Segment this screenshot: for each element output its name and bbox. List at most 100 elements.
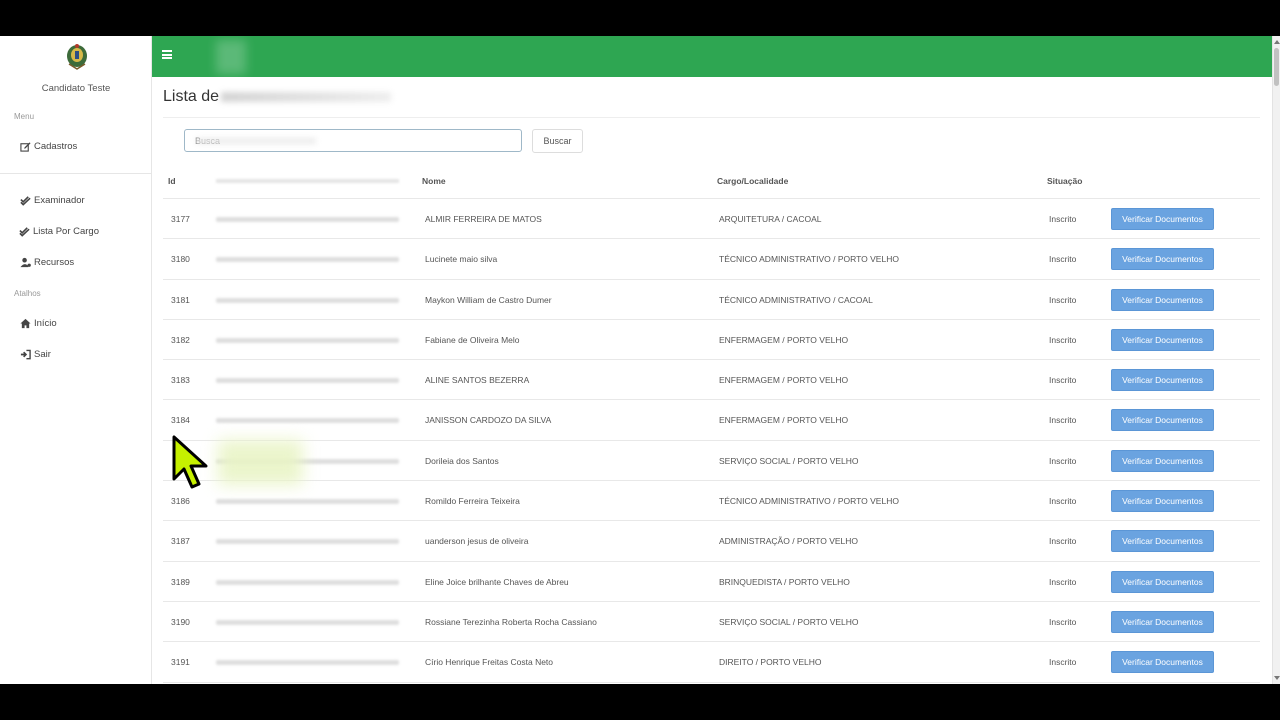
sidebar-item-label: Sair [34, 349, 51, 360]
cell-cargo: ADMINISTRAÇÃO / PORTO VELHO [719, 536, 859, 547]
cell-cargo: DIREITO / PORTO VELHO [719, 657, 822, 668]
cell-id: 3182 [171, 334, 190, 345]
table-body: 3177 ALMIR FERREIRA DE MATOS ARQUITETURA /… [163, 199, 1260, 683]
verify-documents-button[interactable]: Verificar Documentos [1111, 490, 1214, 513]
verify-documents-button[interactable]: Verificar Documentos [1111, 328, 1214, 351]
candidates-table: Id Nome Cargo/Localidade Situação 3177 AL… [163, 168, 1260, 683]
home-icon [20, 318, 31, 329]
sidebar-item-examinador[interactable]: Examinador [20, 195, 85, 206]
cell-name: ALINE SANTOS BEZERRA [425, 375, 530, 386]
header-situacao: Situação [1047, 176, 1083, 186]
cell-cargo: TÉCNICO ADMINISTRATIVO / PORTO VELHO [719, 496, 899, 507]
cell-id: 3189 [171, 576, 190, 587]
cell-situacao: Inscrito [1049, 415, 1077, 426]
verify-documents-button[interactable]: Verificar Documentos [1111, 208, 1214, 230]
cell-id: 3183 [171, 375, 190, 386]
blurred-cell [216, 539, 399, 545]
verify-documents-button[interactable]: Verificar Documentos [1111, 610, 1214, 633]
menu-section-title: Menu [14, 112, 35, 121]
table-row: 3182 Fabiane de Oliveira Melo ENFERMAGEM /… [163, 320, 1260, 361]
cell-name: Romildo Ferreira Teixeira [425, 496, 520, 507]
cell-name: ALMIR FERREIRA DE MATOS [425, 214, 542, 224]
hamburger-icon[interactable] [162, 50, 172, 59]
cell-situacao: Inscrito [1049, 214, 1077, 224]
scroll-thumb[interactable] [1274, 48, 1279, 86]
verify-documents-button[interactable]: Verificar Documentos [1111, 449, 1214, 472]
blurred-title-suffix [221, 92, 392, 102]
scroll-up-arrow-icon[interactable] [1274, 40, 1280, 44]
table-row: 3189 Eline Joice brilhante Chaves de Abre… [163, 562, 1260, 602]
sidebar-item-label: Recursos [34, 257, 75, 268]
verify-documents-button[interactable]: Verificar Documentos [1111, 651, 1214, 674]
search-button[interactable]: Buscar [532, 129, 583, 153]
sidebar-item-recursos[interactable]: Recursos [20, 257, 74, 268]
cell-cargo: ARQUITETURA / CACOAL [719, 214, 822, 224]
table-row: 3180 Lucinete maio silva TÉCNICO ADMINISTR… [163, 239, 1260, 280]
cell-situacao: Inscrito [1049, 375, 1077, 386]
cell-id: 3184 [171, 415, 190, 426]
table-row: Dorileia dos Santos SERVIÇO SOCIAL / PORT… [163, 441, 1260, 482]
blurred-header [216, 179, 399, 183]
user-gear-icon [20, 257, 31, 268]
page-title-text: Lista de [163, 88, 220, 105]
cell-id: 3190 [171, 616, 190, 627]
top-navbar [152, 36, 1272, 77]
cell-id: 3177 [171, 214, 190, 224]
cell-situacao: Inscrito [1049, 294, 1077, 305]
blurred-cell [216, 297, 399, 303]
verify-documents-button[interactable]: Verificar Documentos [1111, 530, 1214, 553]
edit-icon [20, 142, 31, 152]
coat-of-arms-logo [67, 44, 87, 70]
sidebar-item-cadastros[interactable]: Cadastros [20, 141, 77, 152]
sidebar-item-lista-por-cargo[interactable]: Lista Por Cargo [19, 226, 99, 237]
verify-documents-button[interactable]: Verificar Documentos [1111, 369, 1214, 392]
cell-cargo: SERVIÇO SOCIAL / PORTO VELHO [719, 616, 859, 627]
cell-name: Fabiane de Oliveira Melo [425, 334, 520, 345]
verify-documents-button[interactable]: Verificar Documentos [1111, 248, 1214, 271]
sidebar-divider [0, 173, 152, 174]
blurred-cell [216, 660, 399, 666]
main-content: Lista de Buscar Id Nome Cargo/Localidade… [152, 77, 1272, 684]
cell-situacao: Inscrito [1049, 616, 1077, 627]
table-row: 3181 Maykon William de Castro Dumer TÉCNIC… [163, 280, 1260, 320]
cell-situacao: Inscrito [1049, 254, 1077, 265]
blurred-cell [216, 337, 399, 343]
cell-id: 3186 [171, 496, 190, 507]
cell-id: 3181 [171, 294, 190, 305]
cell-name: uanderson jesus de oliveira [425, 536, 529, 547]
check-double-icon [19, 227, 30, 237]
table-row: 3183 ALINE SANTOS BEZERRA ENFERMAGEM / POR… [163, 360, 1260, 401]
cell-cargo: TÉCNICO ADMINISTRATIVO / PORTO VELHO [719, 254, 899, 265]
cell-cargo: ENFERMAGEM / PORTO VELHO [719, 334, 849, 345]
verify-documents-button[interactable]: Verificar Documentos [1111, 409, 1214, 432]
sidebar-item-label: Cadastros [34, 141, 78, 152]
cell-cargo: ENFERMAGEM / PORTO VELHO [719, 415, 849, 426]
cell-name: Rossiane Terezinha Roberta Rocha Cassian… [425, 616, 597, 627]
cursor-highlight [218, 440, 303, 485]
app-window: Candidato Teste Menu Cadastros Examinado… [0, 36, 1280, 684]
cell-name: JANISSON CARDOZO DA SILVA [425, 415, 552, 426]
cell-situacao: Inscrito [1049, 536, 1077, 547]
header-cargo: Cargo/Localidade [717, 176, 789, 186]
blurred-cell [216, 217, 399, 222]
sidebar-item-sair[interactable]: Sair [20, 349, 51, 360]
table-row: 3190 Rossiane Terezinha Roberta Rocha Cas… [163, 602, 1260, 643]
table-row: 3187 uanderson jesus de oliveira ADMINISTR… [163, 521, 1260, 562]
sidebar-item-inicio[interactable]: Início [20, 318, 57, 329]
blurred-cell [216, 418, 399, 424]
cell-name: Lucinete maio silva [425, 254, 498, 265]
blurred-region [216, 40, 246, 74]
scrollbar[interactable] [1272, 36, 1280, 684]
cell-id: 3191 [171, 657, 190, 668]
scroll-down-arrow-icon[interactable] [1274, 676, 1280, 680]
verify-documents-button[interactable]: Verificar Documentos [1111, 288, 1214, 311]
cell-cargo: BRINQUEDISTA / PORTO VELHO [719, 576, 850, 587]
cell-name: Eline Joice brilhante Chaves de Abreu [425, 576, 569, 587]
table-row: 3184 JANISSON CARDOZO DA SILVA ENFERMAGEM … [163, 400, 1260, 441]
cell-situacao: Inscrito [1049, 657, 1077, 668]
table-row: 3177 ALMIR FERREIRA DE MATOS ARQUITETURA /… [163, 199, 1260, 240]
cell-name: Maykon William de Castro Dumer [425, 294, 552, 305]
cell-name: Dorileia dos Santos [425, 455, 499, 466]
verify-documents-button[interactable]: Verificar Documentos [1111, 570, 1214, 593]
blurred-cell [216, 378, 399, 384]
